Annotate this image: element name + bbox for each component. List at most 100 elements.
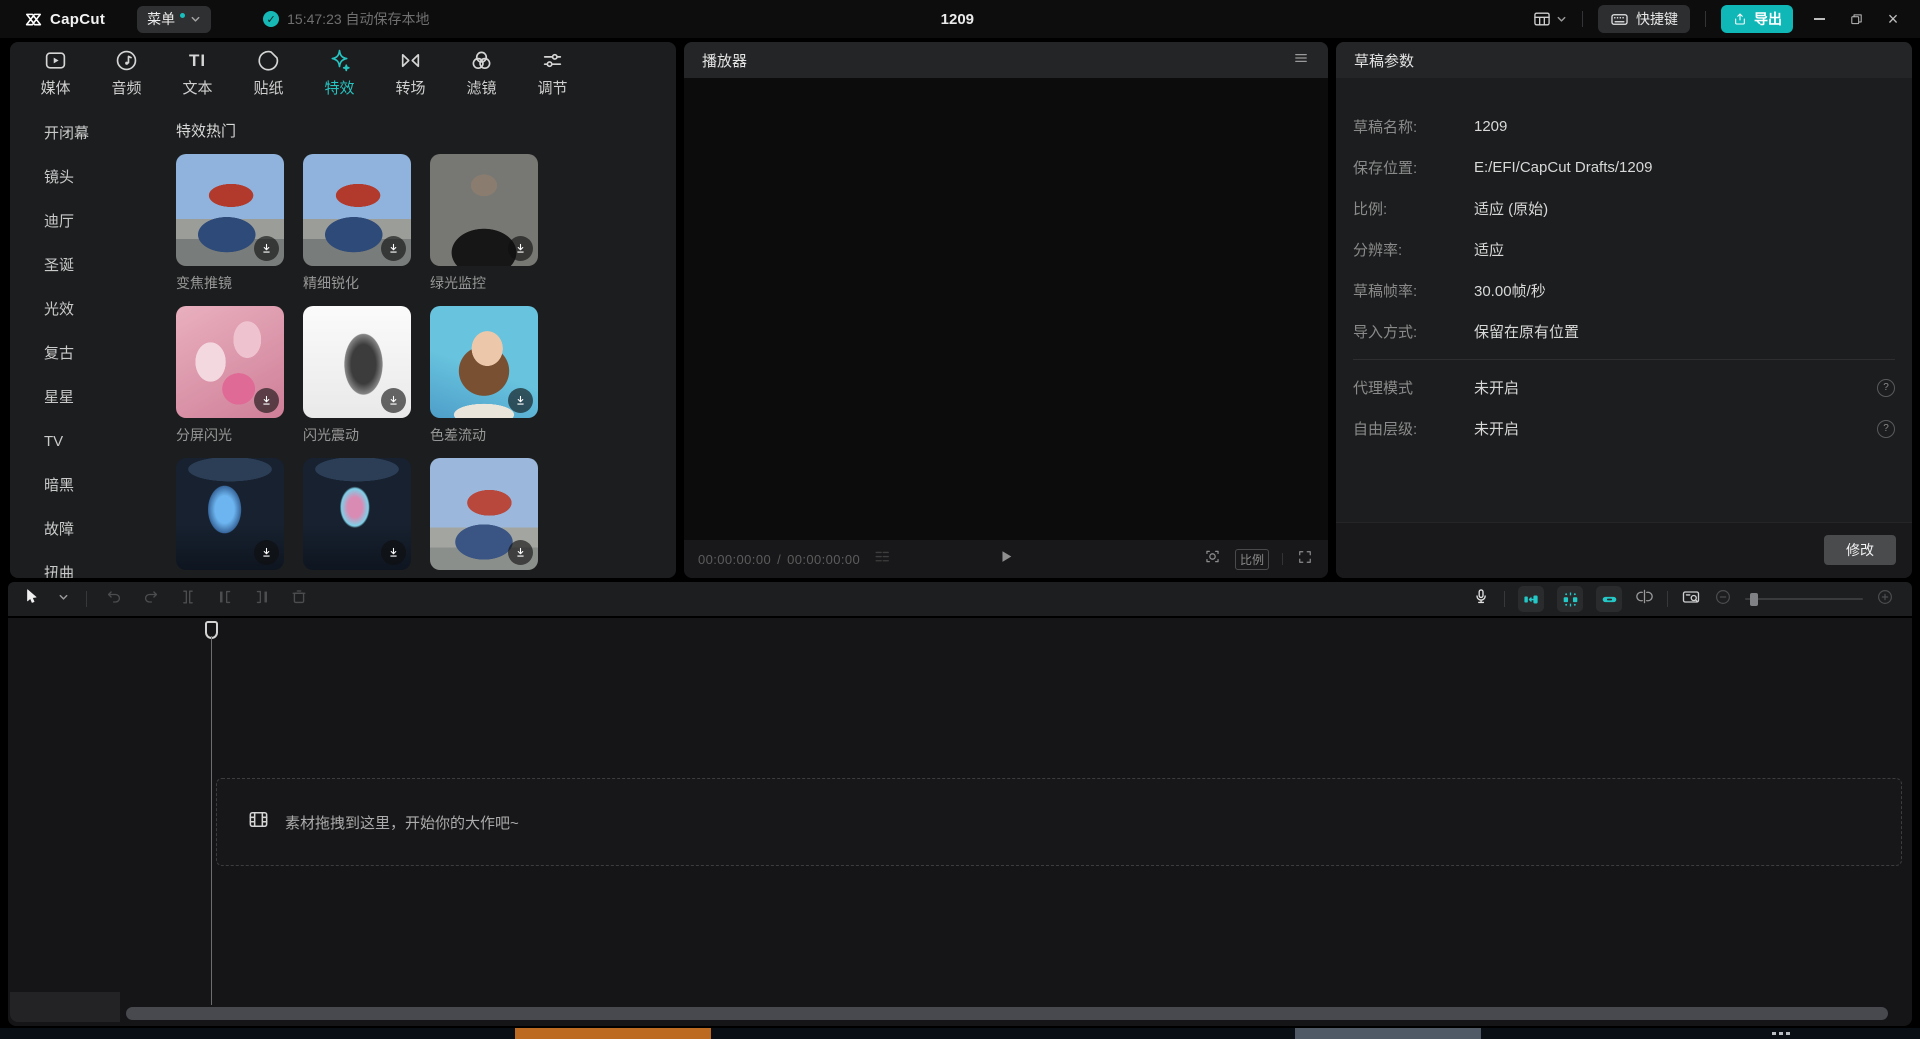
draft-rows: 草稿名称: 1209 保存位置: E:/EFI/CapCut Drafts/12…: [1336, 106, 1912, 449]
autosave-text: 15:47:23 自动保存本地: [287, 9, 429, 29]
preview-axis-button[interactable]: [1635, 587, 1654, 611]
effect-name: 绿光监控: [430, 273, 538, 293]
tab-media[interactable]: 媒体: [20, 44, 91, 102]
project-title: 1209: [941, 0, 974, 38]
tab-effects[interactable]: 特效: [304, 44, 375, 102]
split-button[interactable]: [178, 587, 198, 612]
app-name: CapCut: [50, 11, 105, 28]
minimize-button[interactable]: [1808, 8, 1830, 30]
download-icon: [387, 242, 400, 255]
help-icon[interactable]: ?: [1877, 420, 1895, 438]
effect-thumbnail[interactable]: [176, 458, 284, 570]
download-button[interactable]: [508, 236, 533, 261]
asset-tabbar: 媒体 音频 TI 文本 贴纸 特效 转场: [10, 42, 676, 104]
capcut-window: CapCut 菜单 ✓ 15:47:23 自动保存本地 1209 快捷键: [0, 0, 1920, 1039]
download-button[interactable]: [254, 540, 279, 565]
effect-card[interactable]: 绿光监控: [430, 154, 538, 293]
empty-track-dropzone[interactable]: 素材拖拽到这里，开始你的大作吧~: [216, 778, 1902, 866]
modify-button[interactable]: 修改: [1824, 535, 1896, 565]
play-button[interactable]: [998, 548, 1015, 570]
horizontal-scrollbar[interactable]: [126, 1007, 1888, 1020]
auto-snap-toggle[interactable]: [1557, 586, 1583, 612]
effects-star-icon: [327, 48, 352, 73]
draft-row: 保存位置: E:/EFI/CapCut Drafts/1209: [1336, 147, 1912, 188]
help-icon[interactable]: ?: [1877, 379, 1895, 397]
effect-thumbnail[interactable]: [430, 458, 538, 570]
download-button[interactable]: [508, 540, 533, 565]
download-button[interactable]: [381, 236, 406, 261]
draft-row: 代理模式 未开启 ?: [1336, 367, 1912, 408]
zoom-in-button[interactable]: [1876, 588, 1894, 611]
download-icon: [514, 242, 527, 255]
fullscreen-icon: [1296, 548, 1314, 566]
download-icon: [514, 546, 527, 559]
cursor-icon: [22, 587, 41, 606]
timeline-zoom-slider[interactable]: [1745, 592, 1863, 606]
record-voiceover-button[interactable]: [1471, 587, 1491, 612]
ratio-button[interactable]: 比例: [1235, 549, 1269, 570]
effect-thumbnail[interactable]: [430, 154, 538, 266]
tab-label: 特效: [324, 77, 354, 98]
undo-button[interactable]: [104, 587, 124, 612]
download-button[interactable]: [381, 540, 406, 565]
export-button[interactable]: 导出: [1721, 5, 1793, 33]
effect-card[interactable]: 精细锐化: [303, 154, 411, 293]
download-button[interactable]: [254, 388, 279, 413]
delete-button[interactable]: [289, 587, 309, 612]
effect-card[interactable]: 蓝光扫描: [176, 458, 284, 578]
effect-name: 精细锐化: [303, 273, 411, 293]
empty-track-hint: 素材拖拽到这里，开始你的大作吧~: [285, 812, 519, 833]
tab-adjust[interactable]: 调节: [517, 44, 588, 102]
slider-thumb[interactable]: [1750, 593, 1758, 606]
effect-thumbnail[interactable]: [303, 154, 411, 266]
effect-card[interactable]: 色差流动: [430, 306, 538, 445]
delete-right-button[interactable]: [252, 587, 272, 612]
effect-card[interactable]: 分屏闪光: [176, 306, 284, 445]
timeline-toolbar: [8, 582, 1912, 616]
effect-card[interactable]: 变焦推镜: [176, 154, 284, 293]
fullscreen-button[interactable]: [1296, 548, 1314, 571]
draft-panel-header: 草稿参数: [1336, 42, 1912, 78]
tab-filter[interactable]: 滤镜: [446, 44, 517, 102]
layout-switch-button[interactable]: [1532, 9, 1567, 29]
download-button[interactable]: [508, 388, 533, 413]
draft-panel-title: 草稿参数: [1354, 50, 1414, 71]
effect-thumbnail[interactable]: [176, 306, 284, 418]
tab-transition[interactable]: 转场: [375, 44, 446, 102]
preview-quality-button[interactable]: [1203, 547, 1222, 571]
linkage-toggle[interactable]: [1596, 586, 1622, 612]
tab-label: 音频: [111, 77, 141, 98]
menu-button[interactable]: 菜单: [137, 6, 211, 33]
effect-thumbnail[interactable]: [303, 458, 411, 570]
timeline-area[interactable]: 素材拖拽到这里，开始你的大作吧~: [8, 618, 1912, 1026]
effect-card[interactable]: 闪光震动: [303, 306, 411, 445]
tab-audio[interactable]: 音频: [91, 44, 162, 102]
tab-sticker[interactable]: 贴纸: [233, 44, 304, 102]
main-track-magnet-toggle[interactable]: [1518, 586, 1544, 612]
effect-card[interactable]: 表面模糊: [430, 458, 538, 578]
effect-card[interactable]: 光谱扫描: [303, 458, 411, 578]
zoom-out-button[interactable]: [1714, 588, 1732, 611]
effects-grid: 变焦推镜 精细锐化 绿光监控: [176, 154, 676, 578]
player-menu-button[interactable]: [1292, 49, 1310, 71]
draft-row-label: 比例:: [1353, 198, 1474, 219]
select-tool-button[interactable]: [22, 587, 41, 611]
maximize-button[interactable]: [1845, 8, 1867, 30]
download-button[interactable]: [254, 236, 279, 261]
redo-button[interactable]: [141, 587, 161, 612]
layout-panels-icon: [1532, 9, 1552, 29]
tool-dropdown-button[interactable]: [58, 590, 69, 608]
close-button[interactable]: ×: [1882, 8, 1904, 30]
effect-thumbnail[interactable]: [430, 306, 538, 418]
draft-params-panel: 草稿参数 草稿名称: 1209 保存位置: E:/EFI/CapCut Draf…: [1336, 42, 1912, 578]
player-viewport[interactable]: [684, 78, 1328, 540]
effect-thumbnail[interactable]: [176, 154, 284, 266]
frame-grid-icon[interactable]: [872, 547, 892, 572]
delete-left-button[interactable]: [215, 587, 235, 612]
effect-thumbnail[interactable]: [303, 306, 411, 418]
controls-divider: [1282, 553, 1283, 565]
tab-text[interactable]: TI 文本: [162, 44, 233, 102]
shortcuts-button[interactable]: 快捷键: [1598, 5, 1690, 33]
download-button[interactable]: [381, 388, 406, 413]
fit-timeline-button[interactable]: [1681, 587, 1701, 612]
